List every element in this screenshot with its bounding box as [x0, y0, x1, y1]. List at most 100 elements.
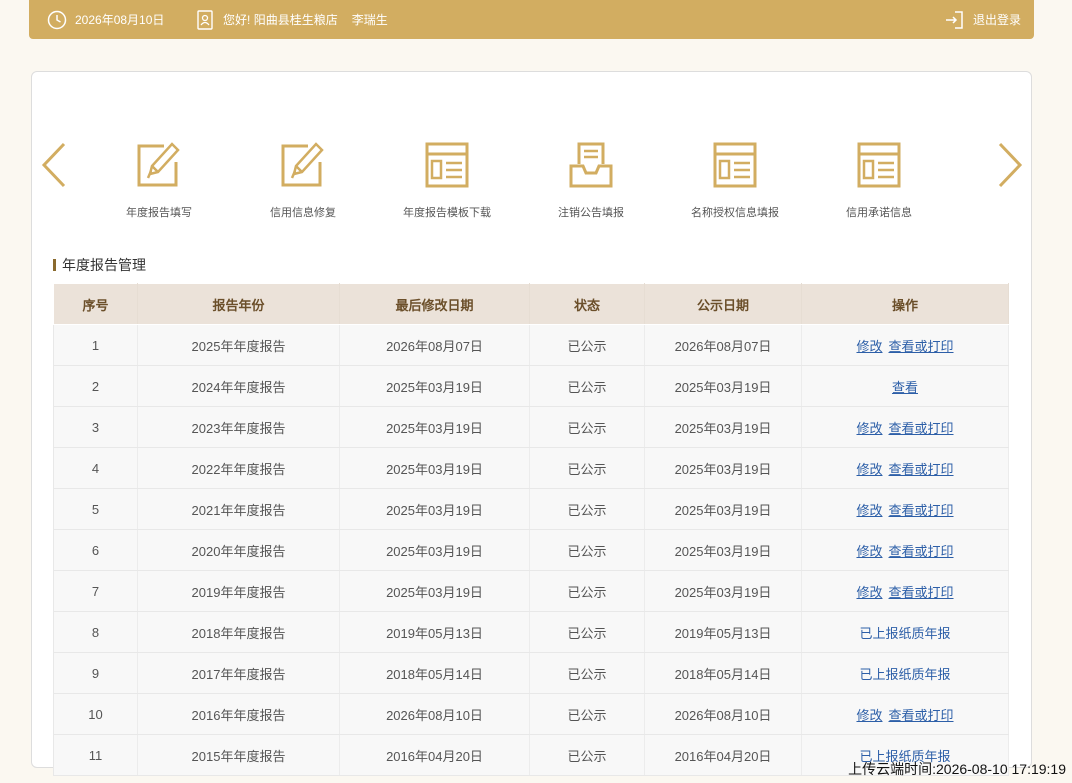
date-display: 2026年08月10日 [47, 0, 164, 39]
nav-label: 信用承诺信息 [846, 207, 912, 219]
actions-cell: 查看 [801, 365, 1009, 407]
view-link[interactable]: 查看 [892, 380, 918, 395]
publish-date: 2026年08月07日 [644, 324, 802, 366]
actions-cell: 修改 查看或打印 [801, 529, 1009, 571]
publish-date: 2025年03月19日 [644, 488, 802, 530]
row-number: 6 [53, 529, 138, 571]
nav-credit-commitment[interactable]: 信用承诺信息 [814, 136, 944, 220]
top-bar: 2026年08月10日 您好! 阳曲县桂生粮店 李瑞生 退出登录 [29, 0, 1034, 39]
nav-label: 注销公告填报 [558, 207, 624, 219]
last-modified-date: 2025年03月19日 [339, 365, 530, 407]
last-modified-date: 2026年08月10日 [339, 693, 530, 735]
status-cell: 已公示 [529, 734, 645, 776]
paper-report-link[interactable]: 已上报纸质年报 [859, 667, 950, 682]
edit-link[interactable]: 修改 [856, 544, 882, 559]
view-print-link[interactable]: 查看或打印 [889, 421, 954, 436]
title-accent-bar [53, 259, 56, 271]
table-row: 7 2019年年度报告 2025年03月19日 已公示 2025年03月19日 修改 查看或… [53, 570, 1009, 612]
last-modified-date: 2018年05月14日 [339, 652, 530, 694]
publish-date: 2025年03月19日 [644, 365, 802, 407]
actions-cell: 已上报纸质年报 [801, 652, 1009, 694]
upload-time-label: 上传云端时间:2026-08-10 17:19:19 [848, 761, 1066, 777]
carousel-prev-button[interactable] [40, 142, 68, 193]
table-row: 4 2022年年度报告 2025年03月19日 已公示 2025年03月19日 修改 查看或… [53, 447, 1009, 489]
view-print-link[interactable]: 查看或打印 [889, 503, 954, 518]
edit-link[interactable]: 修改 [856, 708, 882, 723]
edit-link[interactable]: 修改 [856, 462, 882, 477]
nav-label: 信用信息修复 [270, 207, 336, 219]
edit-document-icon [238, 136, 368, 188]
nav-label: 年度报告填写 [126, 207, 192, 219]
row-number: 10 [53, 693, 138, 735]
template-icon [814, 136, 944, 188]
last-modified-date: 2025年03月19日 [339, 529, 530, 571]
chevron-left-icon [41, 142, 66, 188]
last-modified-date: 2025年03月19日 [339, 406, 530, 448]
column-header: 最后修改日期 [339, 283, 530, 325]
actions-cell: 修改 查看或打印 [801, 570, 1009, 612]
publish-date: 2025年03月19日 [644, 529, 802, 571]
table-row: 5 2021年年度报告 2025年03月19日 已公示 2025年03月19日 修改 查看或… [53, 488, 1009, 530]
column-header: 操作 [801, 283, 1009, 325]
table-row: 9 2017年年度报告 2018年05月14日 已公示 2018年05月14日 已上报纸质… [53, 652, 1009, 694]
edit-link[interactable]: 修改 [856, 421, 882, 436]
last-modified-date: 2026年08月07日 [339, 324, 530, 366]
view-print-link[interactable]: 查看或打印 [889, 585, 954, 600]
last-modified-date: 2025年03月19日 [339, 488, 530, 530]
nav-credit-repair[interactable]: 信用信息修复 [238, 136, 368, 220]
edit-link[interactable]: 修改 [856, 339, 882, 354]
report-year: 2017年年度报告 [137, 652, 340, 694]
table-row: 10 2016年年度报告 2026年08月10日 已公示 2026年08月10日 修改 查看… [53, 693, 1009, 735]
nav-deregistration-notice[interactable]: 注销公告填报 [526, 136, 656, 220]
logout-label: 退出登录 [973, 13, 1022, 27]
publish-date: 2016年04月20日 [644, 734, 802, 776]
template-icon [670, 136, 800, 188]
publish-date: 2019年05月13日 [644, 611, 802, 653]
publish-date: 2026年08月10日 [644, 693, 802, 735]
user-greeting: 您好! 阳曲县桂生粮店 李瑞生 [197, 0, 388, 39]
table-row: 8 2018年年度报告 2019年05月13日 已公示 2019年05月13日 已上报纸质… [53, 611, 1009, 653]
edit-link[interactable]: 修改 [856, 503, 882, 518]
row-number: 1 [53, 324, 138, 366]
row-number: 11 [53, 734, 138, 776]
main-card: 年度报告填写 信用信息修复 年度报告模板下载 注销公告填报 名称授权信息填报 信… [31, 71, 1032, 776]
logout-icon [944, 10, 964, 30]
view-print-link[interactable]: 查看或打印 [889, 462, 954, 477]
view-print-link[interactable]: 查看或打印 [889, 544, 954, 559]
row-number: 3 [53, 406, 138, 448]
publish-date: 2025年03月19日 [644, 447, 802, 489]
table-row: 6 2020年年度报告 2025年03月19日 已公示 2025年03月19日 修改 查看或… [53, 529, 1009, 571]
row-number: 7 [53, 570, 138, 612]
user-name: 李瑞生 [351, 13, 388, 27]
status-cell: 已公示 [529, 365, 645, 407]
table-row: 3 2023年年度报告 2025年03月19日 已公示 2025年03月19日 修改 查看或… [53, 406, 1009, 448]
status-cell: 已公示 [529, 488, 645, 530]
status-cell: 已公示 [529, 406, 645, 448]
nav-label: 名称授权信息填报 [691, 207, 779, 219]
status-cell: 已公示 [529, 652, 645, 694]
column-header: 状态 [529, 283, 645, 325]
nav-name-authorization[interactable]: 名称授权信息填报 [670, 136, 800, 220]
nav-annual-report-fill[interactable]: 年度报告填写 [94, 136, 224, 220]
report-year: 2016年年度报告 [137, 693, 340, 735]
status-cell: 已公示 [529, 324, 645, 366]
greeting-text: 您好! 阳曲县桂生粮店 [223, 13, 338, 27]
view-print-link[interactable]: 查看或打印 [889, 708, 954, 723]
view-print-link[interactable]: 查看或打印 [889, 339, 954, 354]
carousel-next-button[interactable] [996, 142, 1024, 193]
actions-cell: 修改 查看或打印 [801, 324, 1009, 366]
annual-report-table: 序号 报告年份 最后修改日期 状态 公示日期 操作 1 2025年年度报告 2026… [53, 283, 1009, 776]
logout-button[interactable]: 退出登录 [935, 0, 1021, 39]
status-cell: 已公示 [529, 611, 645, 653]
publish-date: 2025年03月19日 [644, 406, 802, 448]
clock-icon [47, 10, 67, 30]
edit-link[interactable]: 修改 [856, 585, 882, 600]
paper-report-link[interactable]: 已上报纸质年报 [859, 626, 950, 641]
nav-template-download[interactable]: 年度报告模板下载 [382, 136, 512, 220]
row-number: 2 [53, 365, 138, 407]
row-number: 8 [53, 611, 138, 653]
table-header-row: 序号 报告年份 最后修改日期 状态 公示日期 操作 [53, 283, 1009, 325]
report-year: 2020年年度报告 [137, 529, 340, 571]
status-cell: 已公示 [529, 693, 645, 735]
last-modified-date: 2016年04月20日 [339, 734, 530, 776]
